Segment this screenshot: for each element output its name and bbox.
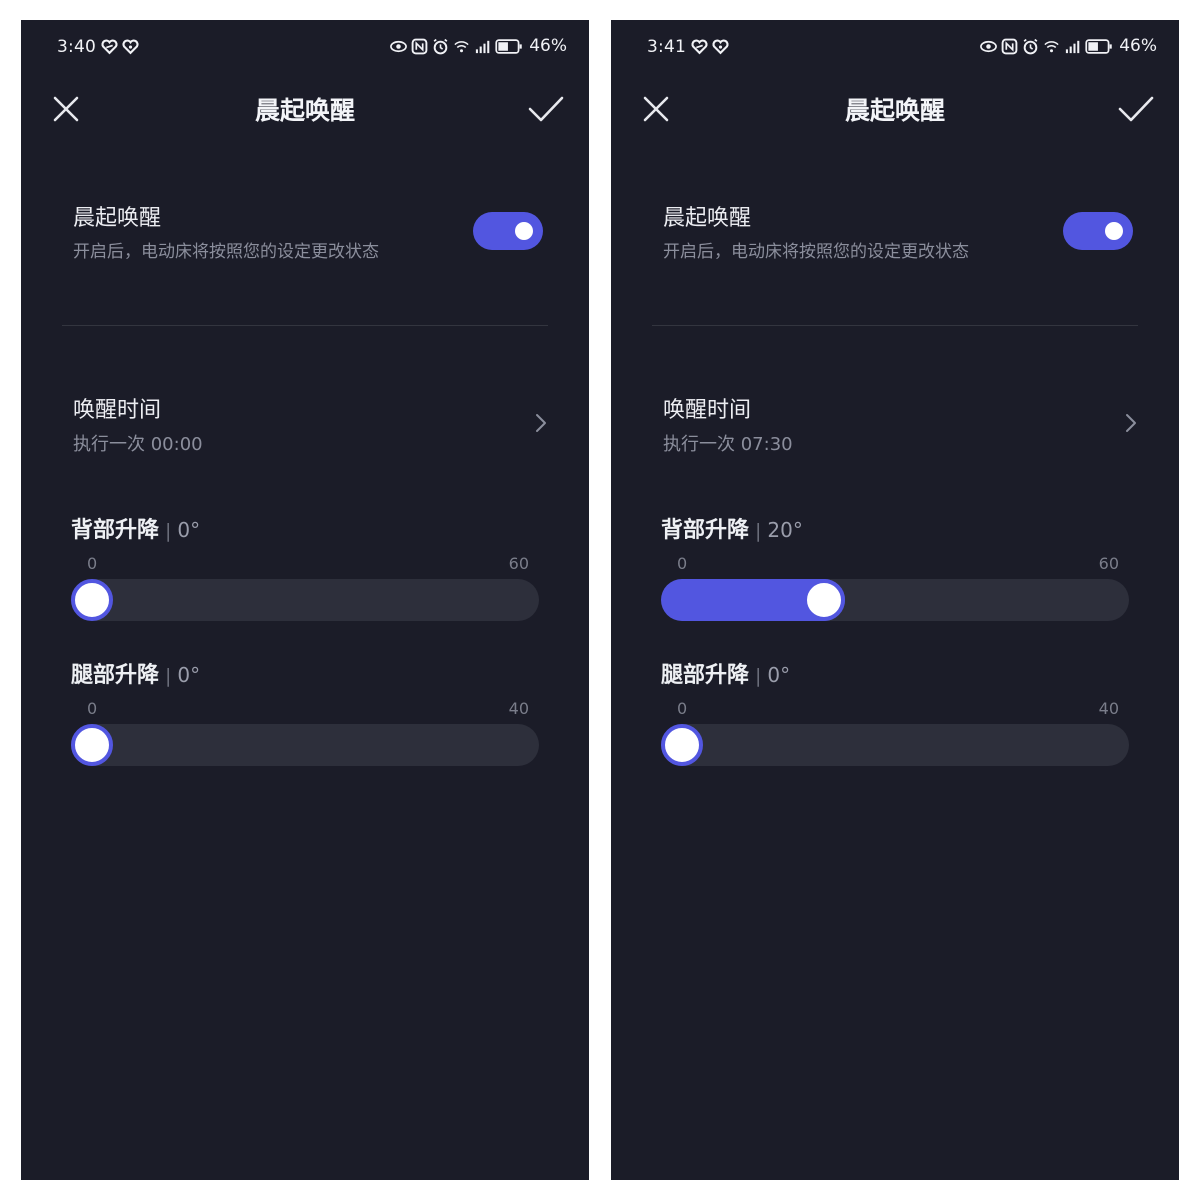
- back-lift-value: 0°: [177, 518, 201, 542]
- wake-up-description: 开启后，电动床将按照您的设定更改状态: [73, 242, 379, 262]
- cellular-signal-icon: [1066, 40, 1080, 53]
- toggle-knob: [1105, 222, 1123, 240]
- status-bar: 3:40 46%: [21, 20, 589, 75]
- heart-link-icon: [101, 39, 118, 55]
- slider-thumb[interactable]: [661, 724, 703, 766]
- wake-up-description: 开启后，电动床将按照您的设定更改状态: [663, 242, 969, 262]
- leg-lift-header: 腿部升降 | 0°: [661, 657, 790, 689]
- checkmark-icon[interactable]: [527, 93, 565, 125]
- back-lift-control: 背部升降 | 0° 0 60: [71, 512, 541, 632]
- back-lift-title: 背部升降: [71, 518, 160, 543]
- nfc-icon: [1001, 38, 1018, 54]
- header: 晨起唤醒: [611, 86, 1179, 130]
- wake-up-setting-row: 晨起唤醒 开启后，电动床将按照您的设定更改状态: [663, 200, 1133, 270]
- separator: |: [755, 665, 762, 687]
- wake-time-label: 唤醒时间: [73, 398, 162, 423]
- alarm-icon: [433, 38, 448, 54]
- divider: [652, 325, 1138, 326]
- phone-screen-right: 3:41 46% 晨起唤醒 晨起唤醒 开启后，电动床将按照您的设定更改状态 唤醒…: [611, 20, 1179, 1180]
- leg-lift-min: 0: [677, 699, 688, 718]
- status-left-icons: [691, 38, 729, 55]
- alarm-icon: [1023, 38, 1038, 54]
- wake-up-label: 晨起唤醒: [73, 206, 162, 231]
- separator: |: [165, 520, 172, 542]
- leg-lift-title: 腿部升降: [71, 663, 160, 688]
- wake-up-setting-row: 晨起唤醒 开启后，电动床将按照您的设定更改状态: [73, 200, 543, 270]
- status-time: 3:41: [647, 37, 686, 57]
- leg-lift-value: 0°: [177, 663, 201, 687]
- status-right-icons: 46%: [390, 36, 567, 56]
- leg-lift-slider[interactable]: [71, 724, 539, 766]
- status-left-icons: [101, 38, 139, 55]
- heart-link-icon: [691, 39, 708, 55]
- wake-time-value: 执行一次 00:00: [73, 434, 203, 455]
- heart-icon: [122, 39, 139, 55]
- wake-time-label: 唤醒时间: [663, 398, 752, 423]
- page-title: 晨起唤醒: [254, 96, 355, 125]
- back-lift-min: 0: [677, 554, 688, 573]
- leg-lift-title: 腿部升降: [661, 663, 750, 688]
- chevron-right-icon: [1126, 414, 1136, 432]
- divider: [62, 325, 548, 326]
- back-lift-title: 背部升降: [661, 518, 750, 543]
- leg-lift-max: 40: [1098, 699, 1119, 718]
- back-lift-value: 20°: [767, 518, 803, 542]
- cellular-signal-icon: [476, 40, 490, 53]
- wake-up-toggle[interactable]: [1063, 212, 1133, 250]
- heart-icon: [712, 39, 729, 55]
- back-lift-header: 背部升降 | 20°: [661, 512, 803, 544]
- leg-lift-control: 腿部升降 | 0° 0 40: [661, 657, 1131, 777]
- status-time: 3:40: [57, 37, 96, 57]
- back-lift-header: 背部升降 | 0°: [71, 512, 200, 544]
- back-lift-min: 0: [87, 554, 98, 573]
- back-lift-max: 60: [1098, 554, 1119, 573]
- phone-screen-left: 3:40 46% 晨起唤醒 晨起唤醒 开启后，电动床将按照您的设定更改状态 唤醒…: [21, 20, 589, 1180]
- separator: |: [165, 665, 172, 687]
- toggle-knob: [515, 222, 533, 240]
- leg-lift-header: 腿部升降 | 0°: [71, 657, 200, 689]
- eye-icon: [980, 40, 998, 52]
- battery-icon: [1085, 38, 1112, 54]
- header: 晨起唤醒: [21, 86, 589, 130]
- wifi-icon: [454, 40, 469, 52]
- wifi-icon: [1044, 40, 1059, 52]
- wake-up-toggle[interactable]: [473, 212, 543, 250]
- leg-lift-control: 腿部升降 | 0° 0 40: [71, 657, 541, 777]
- leg-lift-max: 40: [508, 699, 529, 718]
- status-right-icons: 46%: [980, 36, 1157, 56]
- leg-lift-value: 0°: [767, 663, 791, 687]
- wake-time-value: 执行一次 07:30: [663, 434, 793, 455]
- slider-thumb[interactable]: [71, 579, 113, 621]
- back-lift-slider[interactable]: [661, 579, 1129, 621]
- checkmark-icon[interactable]: [1117, 93, 1155, 125]
- battery-percent: 46%: [1119, 36, 1157, 56]
- separator: |: [755, 520, 762, 542]
- leg-lift-min: 0: [87, 699, 98, 718]
- page-title: 晨起唤醒: [844, 96, 945, 125]
- chevron-right-icon: [536, 414, 546, 432]
- wake-time-row[interactable]: 唤醒时间 执行一次 07:30: [663, 392, 1138, 462]
- wake-time-row[interactable]: 唤醒时间 执行一次 00:00: [73, 392, 548, 462]
- slider-thumb[interactable]: [803, 579, 845, 621]
- back-lift-control: 背部升降 | 20° 0 60: [661, 512, 1131, 632]
- back-lift-slider[interactable]: [71, 579, 539, 621]
- eye-icon: [390, 40, 408, 52]
- status-bar: 3:41 46%: [611, 20, 1179, 75]
- nfc-icon: [411, 38, 428, 54]
- leg-lift-slider[interactable]: [661, 724, 1129, 766]
- back-lift-max: 60: [508, 554, 529, 573]
- slider-thumb[interactable]: [71, 724, 113, 766]
- wake-up-label: 晨起唤醒: [663, 206, 752, 231]
- battery-icon: [495, 38, 522, 54]
- battery-percent: 46%: [529, 36, 567, 56]
